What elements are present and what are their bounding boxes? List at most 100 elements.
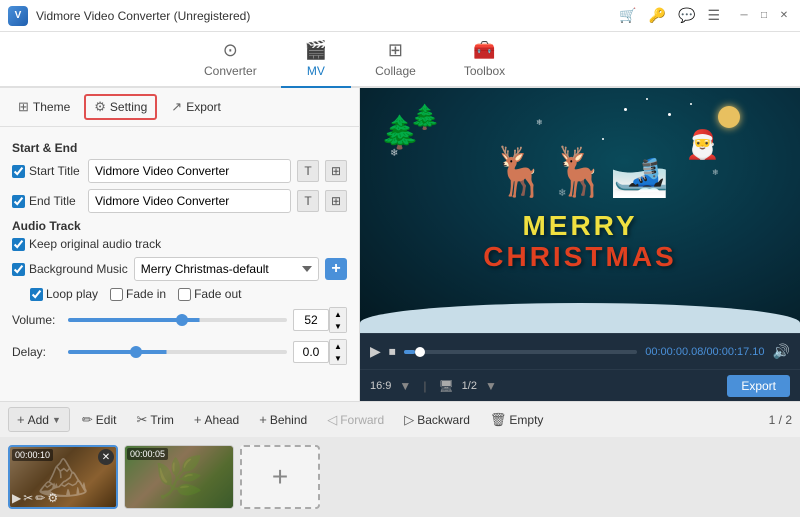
delay-input[interactable] (293, 341, 329, 363)
volume-row: Volume: ▲ ▼ (12, 307, 347, 333)
edit-icon: ✏ (82, 412, 93, 428)
delay-row: Delay: ▲ ▼ (12, 339, 347, 365)
start-end-title: Start & End (12, 141, 347, 155)
start-title-checkbox[interactable] (12, 165, 25, 178)
behind-icon: + (259, 412, 267, 427)
nav-tabs: ⊙ Converter 🎬 MV ⊞ Collage 🧰 Toolbox (0, 32, 800, 88)
add-button[interactable]: + Add ▼ (8, 407, 70, 432)
end-title-label[interactable]: End Title (12, 194, 82, 208)
window-controls: ─ □ ✕ (736, 8, 792, 24)
toolbox-icon: 🧰 (473, 40, 495, 61)
close-button[interactable]: ✕ (776, 8, 792, 24)
keep-original-checkbox[interactable] (12, 238, 25, 251)
bg-music-label[interactable]: Background Music (12, 262, 128, 276)
bg-music-checkbox[interactable] (12, 263, 25, 276)
delay-down-btn[interactable]: ▼ (330, 352, 346, 364)
video-preview: 🌲 🌲 🦌🦌🎿 🎅 MERRY CHRISTMAS ❄ ❄ (360, 88, 800, 333)
snow-ground (360, 303, 800, 333)
tab-toolbox[interactable]: 🧰 Toolbox (440, 34, 529, 88)
start-title-row: Start Title T ⊞ (12, 159, 347, 183)
forward-button[interactable]: ◁ Forward (319, 408, 392, 432)
end-title-font-btn[interactable]: T (297, 190, 319, 212)
fade-in-option[interactable]: Fade in (110, 287, 166, 301)
tab-mv[interactable]: 🎬 MV (281, 34, 351, 88)
loop-play-checkbox[interactable] (30, 288, 43, 301)
edit-button[interactable]: ✏ Edit (74, 408, 125, 432)
timeline-item-2[interactable]: 🌿 00:00:05 (124, 445, 234, 509)
progress-bar[interactable] (404, 350, 637, 354)
start-title-layout-btn[interactable]: ⊞ (325, 160, 347, 182)
volume-up-btn[interactable]: ▲ (330, 308, 346, 320)
tab-converter[interactable]: ⊙ Converter (180, 34, 281, 88)
mv-icon: 🎬 (305, 40, 327, 61)
play-button[interactable]: ▶ (370, 343, 381, 360)
timeline-close-1[interactable]: ✕ (98, 449, 114, 465)
loop-play-option[interactable]: Loop play (30, 287, 98, 301)
end-title-input[interactable] (88, 189, 291, 213)
menu-icon[interactable]: ☰ (707, 7, 720, 24)
timeline-item-1[interactable]: 🏔 ✕ 00:00:10 ▶ ✂ ✏ ⚙ (8, 445, 118, 509)
key-icon[interactable]: 🔑 (649, 7, 666, 24)
volume-input[interactable] (293, 309, 329, 331)
sub-tabs: ⊞ Theme ⚙ Setting ↗ Export (0, 88, 359, 127)
right-panel: 🌲 🌲 🦌🦌🎿 🎅 MERRY CHRISTMAS ❄ ❄ (360, 88, 800, 401)
end-title-layout-btn[interactable]: ⊞ (325, 190, 347, 212)
add-icon: + (17, 412, 25, 427)
export-button[interactable]: Export (727, 375, 790, 397)
maximize-button[interactable]: □ (756, 8, 772, 24)
volume-icon[interactable]: 🔊 (773, 343, 790, 360)
chat-icon[interactable]: 💬 (678, 7, 695, 24)
keep-original-label[interactable]: Keep original audio track (12, 237, 161, 251)
fade-in-checkbox[interactable] (110, 288, 123, 301)
backward-icon: ▷ (404, 412, 414, 428)
ahead-button[interactable]: + Ahead (186, 408, 247, 431)
title-bar-icons: 🛒 🔑 💬 ☰ (619, 7, 720, 24)
backward-button[interactable]: ▷ Backward (396, 408, 478, 432)
trim-button[interactable]: ✂ Trim (128, 408, 181, 432)
video-toolbar: 16:9 ▼ | 🖥 1/2 ▼ Export (360, 369, 800, 401)
behind-button[interactable]: + Behind (251, 408, 315, 431)
volume-label: Volume: (12, 313, 62, 327)
start-title-label[interactable]: Start Title (12, 164, 82, 178)
volume-slider[interactable] (68, 318, 287, 322)
settings-content: Start & End Start Title T ⊞ End Title (0, 127, 359, 401)
subtab-theme[interactable]: ⊞ Theme (8, 95, 80, 119)
audio-track-title: Audio Track (12, 219, 347, 233)
audio-options-row: Loop play Fade in Fade out (30, 287, 347, 301)
title-bar: V Vidmore Video Converter (Unregistered)… (0, 0, 800, 32)
timeline-add-button[interactable]: + (240, 445, 320, 509)
empty-button[interactable]: 🗑 Empty (482, 408, 552, 432)
fade-out-checkbox[interactable] (178, 288, 191, 301)
volume-down-btn[interactable]: ▼ (330, 320, 346, 332)
tl-cut-icon[interactable]: ✂ (23, 491, 33, 505)
main-content: ⊞ Theme ⚙ Setting ↗ Export Start & End (0, 88, 800, 517)
empty-icon: 🗑 (490, 412, 507, 428)
bg-music-dropdown[interactable]: Merry Christmas-default (134, 257, 319, 281)
delay-up-btn[interactable]: ▲ (330, 340, 346, 352)
bottom-toolbar: + Add ▼ ✏ Edit ✂ Trim + Ahead + Behind ◁ (0, 401, 800, 437)
setting-icon: ⚙ (94, 99, 106, 115)
timeline-time-2: 00:00:05 (127, 448, 168, 460)
start-title-font-btn[interactable]: T (297, 160, 319, 182)
start-title-input[interactable] (88, 159, 291, 183)
tl-play-icon[interactable]: ▶ (12, 491, 21, 505)
cart-icon[interactable]: 🛒 (619, 7, 636, 24)
progress-dot (415, 347, 425, 357)
page-count: 1 / 2 (769, 413, 792, 427)
timeline-controls-1: ▶ ✂ ✏ ⚙ (12, 491, 114, 505)
tab-collage[interactable]: ⊞ Collage (351, 34, 440, 88)
tl-settings-icon[interactable]: ⚙ (47, 491, 58, 505)
fade-out-option[interactable]: Fade out (178, 287, 241, 301)
christmas-background: 🌲 🌲 🦌🦌🎿 🎅 MERRY CHRISTMAS ❄ ❄ (360, 88, 800, 333)
delay-slider[interactable] (68, 350, 287, 354)
add-music-btn[interactable]: + (325, 258, 347, 280)
subtab-setting[interactable]: ⚙ Setting (84, 94, 157, 120)
timeline: 🏔 ✕ 00:00:10 ▶ ✂ ✏ ⚙ 🌿 (0, 437, 800, 517)
end-title-checkbox[interactable] (12, 195, 25, 208)
tl-edit-icon[interactable]: ✏ (35, 491, 45, 505)
minimize-button[interactable]: ─ (736, 8, 752, 24)
end-title-row: End Title T ⊞ (12, 189, 347, 213)
stop-button[interactable]: ⏹ (389, 343, 396, 360)
subtab-export[interactable]: ↗ Export (161, 95, 231, 119)
app-title: Vidmore Video Converter (Unregistered) (36, 9, 619, 23)
